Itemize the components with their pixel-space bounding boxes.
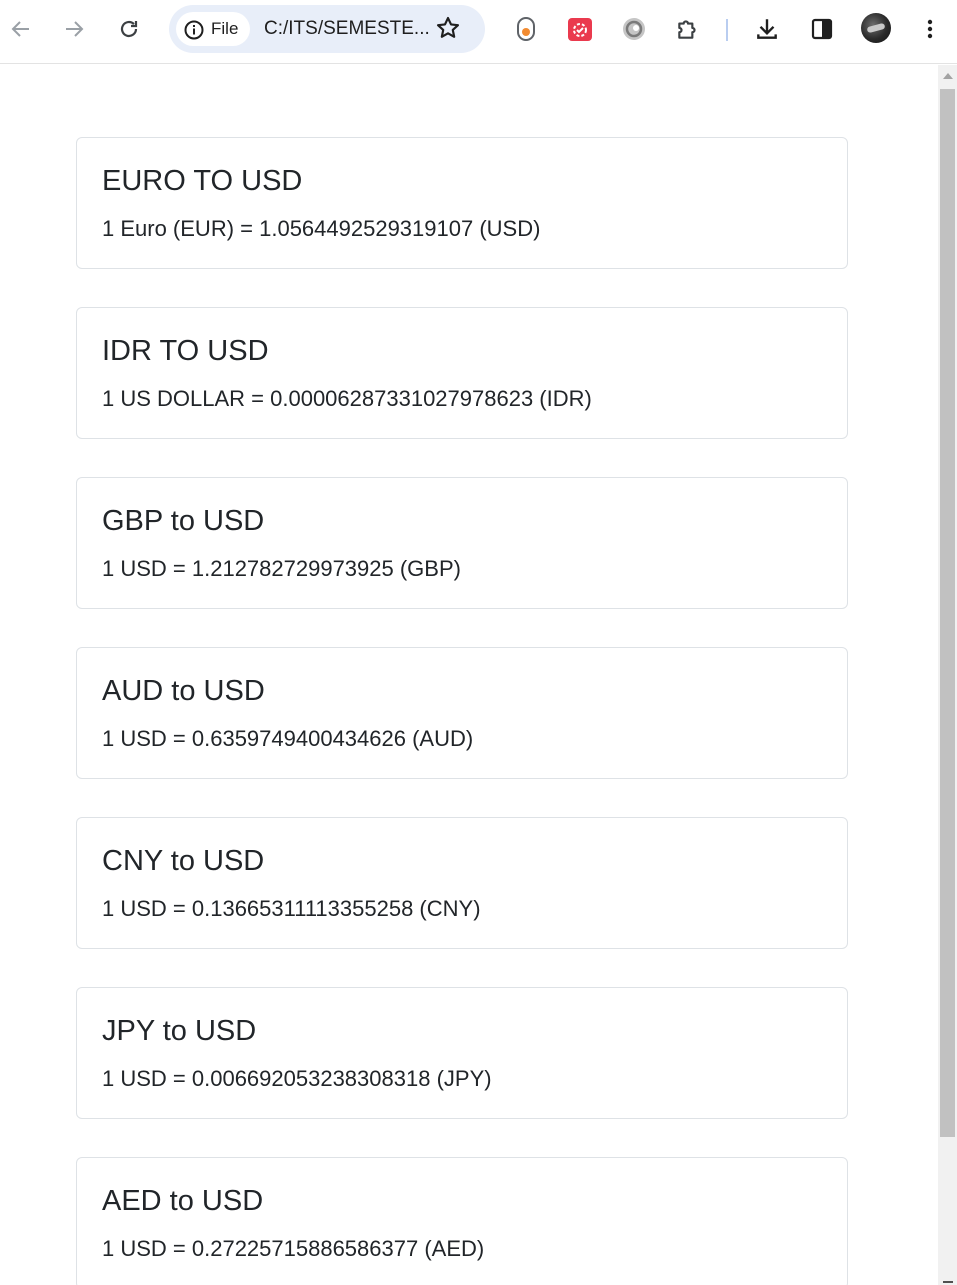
profile-avatar[interactable] (861, 13, 891, 43)
card-title: IDR TO USD (102, 335, 269, 367)
page-content: EURO TO USD 1 Euro (EUR) = 1.05644925293… (0, 65, 938, 1285)
card-title: GBP to USD (102, 505, 265, 537)
rate-card-gbp: GBP to USD 1 USD = 1.212782729973925 (GB… (76, 477, 848, 609)
extension-orange-icon[interactable] (511, 14, 541, 44)
url-text[interactable]: C:/ITS/SEMESTE... (264, 18, 430, 40)
site-info-chip[interactable]: File (176, 12, 250, 46)
card-rate-text: 1 US DOLLAR = 0.00006287331027978623 (ID… (102, 386, 592, 411)
scroll-up-arrow-icon[interactable] (943, 73, 953, 79)
scroll-down-arrow-icon[interactable] (943, 1281, 953, 1283)
vertical-scrollbar[interactable] (938, 65, 957, 1285)
extension-gray-circle-icon[interactable] (619, 14, 649, 44)
card-rate-text: 1 USD = 1.212782729973925 (GBP) (102, 556, 461, 581)
card-title: JPY to USD (102, 1015, 257, 1047)
kebab-menu-icon[interactable] (915, 14, 945, 44)
card-rate-text: 1 USD = 0.27225715886586377 (AED) (102, 1236, 485, 1261)
card-title: CNY to USD (102, 845, 265, 877)
puzzle-icon[interactable] (673, 14, 703, 44)
card-rate-text: 1 USD = 0.6359749400434626 (AUD) (102, 726, 474, 751)
rate-card-eur: EURO TO USD 1 Euro (EUR) = 1.05644925293… (76, 137, 848, 269)
browser-toolbar: File C:/ITS/SEMESTE... (0, 0, 957, 64)
extension-red-calendar-icon[interactable] (565, 14, 595, 44)
reload-icon[interactable] (114, 14, 144, 44)
site-info-label: File (211, 19, 239, 38)
rate-card-aed: AED to USD 1 USD = 0.27225715886586377 (… (76, 1157, 848, 1285)
toolbar-divider (726, 19, 728, 41)
card-rate-text: 1 USD = 0.13665311113355258 (CNY) (102, 896, 481, 921)
star-icon[interactable] (435, 15, 461, 46)
rate-card-jpy: JPY to USD 1 USD = 0.006692053238308318 … (76, 987, 848, 1119)
back-arrow-icon[interactable] (6, 14, 36, 44)
forward-arrow-icon[interactable] (59, 14, 89, 44)
card-title: EURO TO USD (102, 165, 303, 197)
rate-card-idr: IDR TO USD 1 US DOLLAR = 0.0000628733102… (76, 307, 848, 439)
card-title: AED to USD (102, 1185, 264, 1217)
rate-card-aud: AUD to USD 1 USD = 0.6359749400434626 (A… (76, 647, 848, 779)
rate-card-cny: CNY to USD 1 USD = 0.13665311113355258 (… (76, 817, 848, 949)
card-rate-text: 1 USD = 0.006692053238308318 (JPY) (102, 1066, 492, 1091)
address-bar[interactable]: File C:/ITS/SEMESTE... (169, 5, 485, 53)
scrollbar-thumb[interactable] (940, 89, 955, 1137)
info-icon (184, 20, 204, 45)
card-title: AUD to USD (102, 675, 265, 707)
card-rate-text: 1 Euro (EUR) = 1.0564492529319107 (USD) (102, 216, 541, 241)
download-icon[interactable] (752, 14, 782, 44)
side-panel-icon[interactable] (807, 14, 837, 44)
